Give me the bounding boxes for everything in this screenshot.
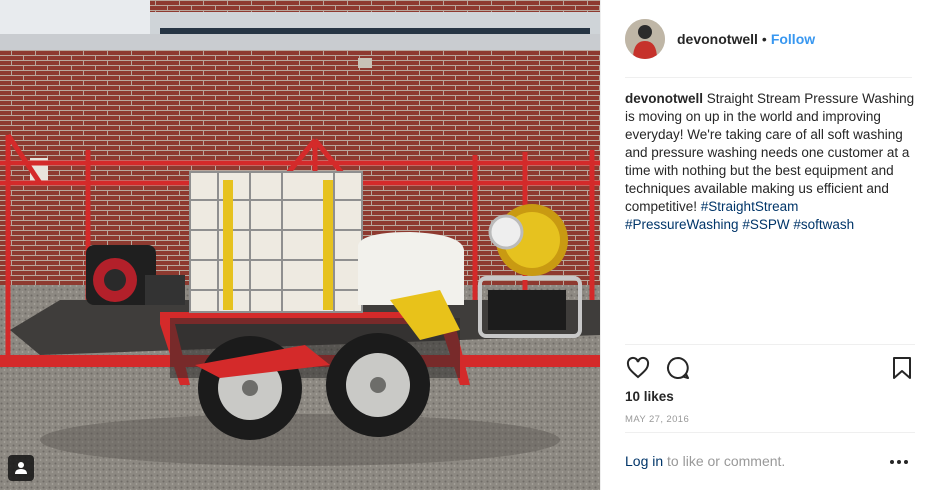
login-prompt-text: to like or comment. xyxy=(663,453,786,469)
caption-username[interactable]: devonotwell xyxy=(625,91,703,106)
comment-icon xyxy=(667,357,689,379)
post-footer: Log in to like or comment. xyxy=(625,432,915,490)
separator-dot: • xyxy=(761,30,767,47)
save-button[interactable] xyxy=(889,355,915,381)
login-prompt: Log in to like or comment. xyxy=(625,453,785,469)
hashtag-link[interactable]: #PressureWashing xyxy=(625,217,739,232)
avatar[interactable] xyxy=(625,18,665,59)
login-link[interactable]: Log in xyxy=(625,453,663,469)
hashtag-link[interactable]: #SSPW xyxy=(742,217,789,232)
post-caption: devonotwell Straight Stream Pressure Was… xyxy=(625,90,915,234)
bookmark-icon xyxy=(893,357,911,379)
hashtag-link[interactable]: #StraightStream xyxy=(701,199,799,214)
username-link[interactable]: devonotwell xyxy=(677,31,758,47)
avatar-image xyxy=(625,18,665,59)
heart-icon xyxy=(626,356,650,379)
hashtag-link[interactable]: #softwash xyxy=(793,217,854,232)
trailer-photo xyxy=(0,0,600,490)
like-button[interactable] xyxy=(625,355,651,381)
likes-count[interactable]: 10 likes xyxy=(625,389,674,404)
caption-text: Straight Stream Pressure Washing is movi… xyxy=(625,91,915,214)
more-options-button[interactable] xyxy=(887,453,911,471)
post-header: devonotwell • Follow xyxy=(625,18,912,78)
comment-button[interactable] xyxy=(665,355,691,381)
more-options-icon xyxy=(890,460,908,464)
user-tag-button[interactable] xyxy=(8,455,34,481)
user-tag-icon xyxy=(15,462,27,474)
post-details-panel: devonotwell • Follow devonotwell Straigh… xyxy=(600,0,937,490)
post-date[interactable]: MAY 27, 2016 xyxy=(625,414,689,425)
follow-button[interactable]: Follow xyxy=(771,31,815,47)
post-actions xyxy=(625,344,915,394)
post-photo[interactable] xyxy=(0,0,600,490)
